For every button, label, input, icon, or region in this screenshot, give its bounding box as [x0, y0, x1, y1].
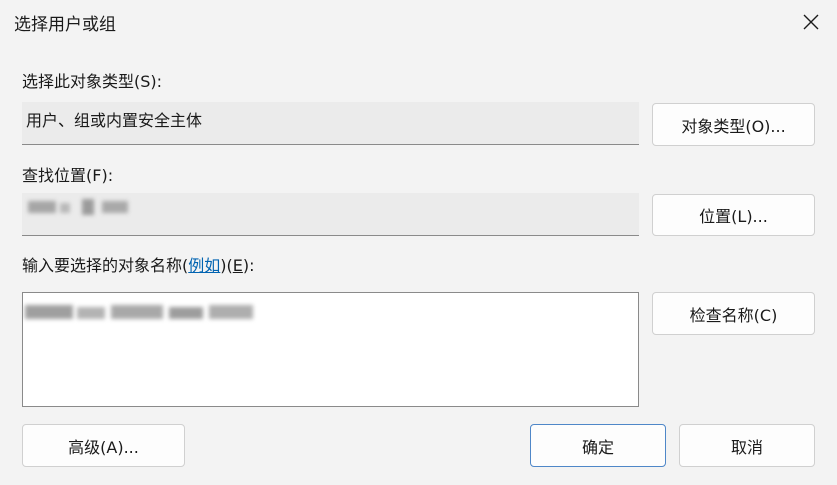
object-types-button[interactable]: 对象类型(O)... [652, 103, 815, 146]
title-bar: 选择用户或组 [0, 0, 837, 44]
cancel-button[interactable]: 取消 [679, 424, 815, 467]
check-names-button[interactable]: 检查名称(C) [652, 292, 815, 335]
close-icon [803, 14, 819, 30]
location-field [22, 193, 639, 236]
window-title: 选择用户或组 [14, 15, 116, 35]
object-type-label: 选择此对象类型(S): [22, 72, 163, 91]
examples-link[interactable]: 例如 [188, 256, 220, 275]
object-type-value: 用户、组或内置安全主体 [26, 111, 203, 130]
locations-button[interactable]: 位置(L)... [652, 194, 815, 236]
object-type-field: 用户、组或内置安全主体 [22, 102, 639, 145]
ok-button[interactable]: 确定 [530, 424, 666, 467]
names-label: 输入要选择的对象名称(例如)(E): [22, 256, 255, 275]
close-button[interactable] [785, 0, 837, 44]
advanced-button[interactable]: 高级(A)... [22, 424, 185, 467]
object-names-input[interactable] [22, 292, 639, 407]
location-label: 查找位置(F): [22, 166, 114, 185]
